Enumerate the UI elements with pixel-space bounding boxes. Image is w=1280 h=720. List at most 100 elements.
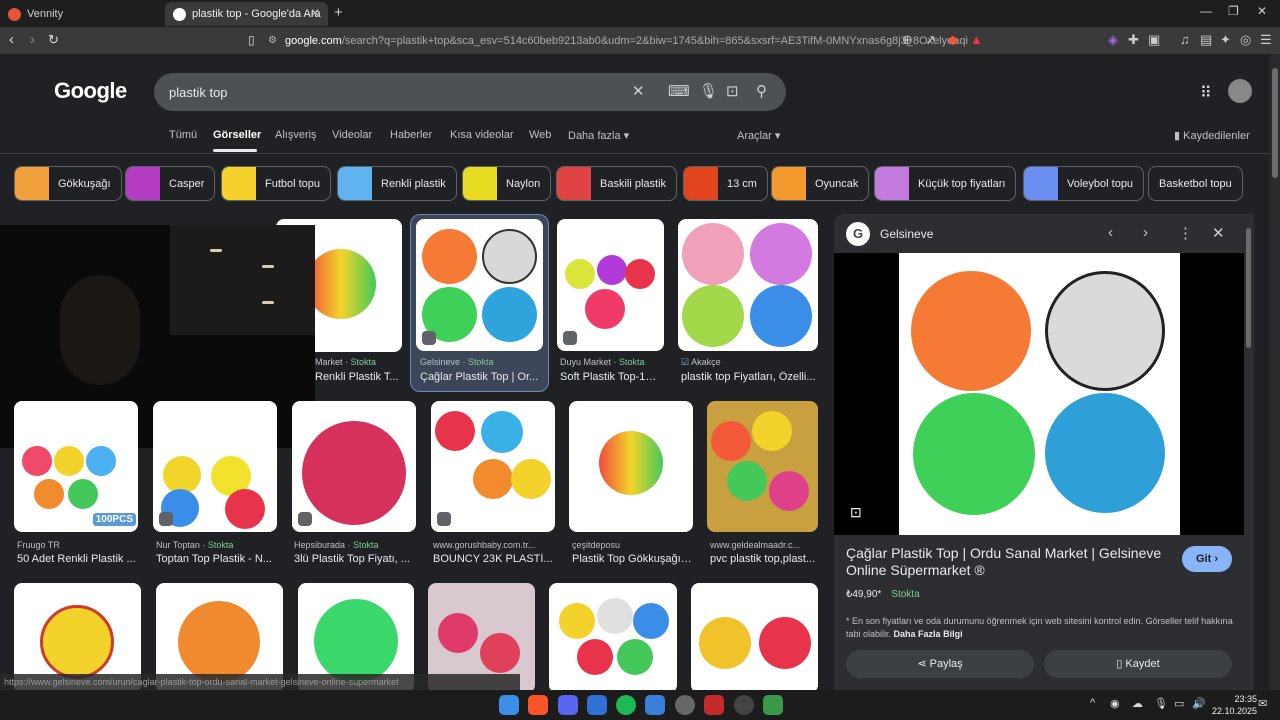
apps-grid-icon[interactable]: ⠿: [1200, 83, 1212, 103]
brave-rewards-icon[interactable]: ▲: [970, 32, 983, 47]
app-icon[interactable]: [763, 695, 783, 715]
result-title[interactable]: 3lü Plastik Top Fiyatı, ...: [294, 553, 414, 565]
settings-icon[interactable]: [675, 695, 695, 715]
wallet-icon[interactable]: ▤: [1200, 32, 1212, 48]
close-tab-icon[interactable]: ✕: [310, 6, 320, 20]
result-source[interactable]: www.geldealmaadr.c...: [710, 540, 800, 550]
maximize-icon[interactable]: ❐: [1228, 4, 1239, 18]
result-title[interactable]: 50 Adet Renkli Plastik ...: [17, 553, 137, 565]
zoom-icon[interactable]: ⊕: [902, 32, 913, 48]
brave-icon[interactable]: [528, 695, 548, 715]
tray-expand-icon[interactable]: ^: [1090, 697, 1095, 709]
sidebar-icon[interactable]: ▣: [1148, 32, 1160, 48]
result-image[interactable]: [557, 219, 664, 351]
close-window-icon[interactable]: ✕: [1257, 4, 1267, 18]
result-image[interactable]: [292, 401, 416, 532]
minimize-icon[interactable]: —: [1200, 4, 1212, 18]
result-source[interactable]: Duyu Market · Stokta: [560, 357, 645, 367]
tab-videos[interactable]: Videolar: [332, 129, 372, 141]
app-icon[interactable]: [704, 695, 724, 715]
result-title[interactable]: pvc plastik top,plast...: [710, 553, 818, 565]
extension-icon[interactable]: ◈: [1108, 32, 1118, 48]
search-input[interactable]: [169, 82, 609, 102]
tab-web[interactable]: Web: [529, 129, 551, 141]
more-info-link[interactable]: Daha Fazla Bilgi: [894, 629, 963, 639]
tab-short-videos[interactable]: Kısa videolar: [450, 129, 514, 141]
result-image[interactable]: [691, 583, 818, 692]
back-icon[interactable]: ‹: [9, 31, 14, 48]
result-source[interactable]: Fruugo TR: [17, 540, 60, 550]
app-icon[interactable]: [734, 695, 754, 715]
lens-icon[interactable]: ⊡: [726, 82, 739, 100]
scrollbar-thumb[interactable]: [1272, 68, 1278, 178]
result-image[interactable]: [153, 401, 277, 532]
leo-ai-icon[interactable]: ✦: [1220, 32, 1231, 48]
tab-shopping[interactable]: Alışveriş: [275, 129, 317, 141]
result-source[interactable]: www.gorushbaby.com.tr...: [433, 540, 535, 550]
result-source[interactable]: Market · Stokta: [315, 357, 376, 367]
previous-icon[interactable]: ‹: [1108, 224, 1113, 241]
result-title[interactable]: Plastik Top Gökkuşağı ...: [572, 553, 692, 565]
music-icon[interactable]: ♫: [1180, 32, 1190, 47]
result-source[interactable]: ☑ Akakçe: [681, 357, 721, 368]
volume-icon[interactable]: 🔊: [1192, 697, 1206, 710]
panel-title[interactable]: Çağlar Plastik Top | Ordu Sanal Market |…: [846, 545, 1166, 579]
google-logo[interactable]: Google: [54, 78, 127, 104]
share-icon[interactable]: ↗: [925, 32, 936, 48]
chip-renkli-plastik[interactable]: Renkli plastik: [337, 166, 457, 201]
chip-kucuk-top[interactable]: Küçük top fiyatları: [874, 166, 1017, 201]
chip-casper[interactable]: Casper: [125, 166, 216, 201]
keyboard-icon[interactable]: ⌨: [668, 82, 690, 100]
result-title[interactable]: Soft Plastik Top-10...: [560, 371, 660, 383]
tab-more[interactable]: Daha fazla ▾: [568, 129, 629, 142]
brave-shield-icon[interactable]: ◆: [948, 32, 958, 48]
tab-vennity[interactable]: Vennity: [0, 2, 165, 26]
share-button[interactable]: ⋖ Paylaş: [846, 650, 1034, 678]
search-icon[interactable]: ⚲: [756, 82, 767, 100]
forward-icon[interactable]: ›: [30, 31, 35, 48]
result-title[interactable]: Çağlar Plastik Top | Or...: [420, 371, 540, 383]
cloud-icon[interactable]: ☁: [1132, 697, 1143, 710]
app-icon[interactable]: [645, 695, 665, 715]
chip-13-cm[interactable]: 13 cm: [683, 166, 768, 201]
network-icon[interactable]: ▭: [1174, 697, 1184, 710]
reload-icon[interactable]: ↻: [48, 32, 59, 48]
system-clock[interactable]: 23:35 22.10.2025: [1212, 693, 1257, 717]
result-source[interactable]: Hepsiburada · Stokta: [294, 540, 379, 550]
spotify-icon[interactable]: [616, 695, 636, 715]
chip-baskili-plastik[interactable]: Baskili plastik: [556, 166, 678, 201]
app-icon[interactable]: [587, 695, 607, 715]
start-icon[interactable]: [499, 695, 519, 715]
result-image[interactable]: [431, 401, 555, 532]
puzzle-icon[interactable]: ✚: [1128, 32, 1139, 48]
lens-search-icon[interactable]: ⊡: [850, 504, 862, 521]
vpn-icon[interactable]: ◎: [1240, 32, 1251, 48]
address-bar[interactable]: ⚙ google.com /search?q=plastik+top&sca_e…: [268, 30, 968, 51]
notification-icon[interactable]: ✉: [1258, 697, 1267, 710]
result-image-selected[interactable]: [416, 219, 543, 351]
result-source[interactable]: Nur Toptan · Stokta: [156, 540, 233, 550]
chip-naylon[interactable]: Naylon: [462, 166, 552, 201]
tab-news[interactable]: Haberler: [390, 129, 432, 141]
page-scrollbar[interactable]: [1270, 54, 1280, 692]
panel-scrollbar[interactable]: [1246, 228, 1251, 348]
new-tab-icon[interactable]: +: [334, 4, 343, 21]
bookmark-icon[interactable]: ▯: [248, 33, 255, 47]
close-panel-icon[interactable]: ✕: [1212, 224, 1225, 242]
visit-button[interactable]: Git ›: [1182, 546, 1232, 572]
microphone-icon[interactable]: 🎙: [699, 82, 718, 100]
result-image[interactable]: [549, 583, 677, 692]
avatar[interactable]: [1228, 79, 1252, 103]
panel-preview-image[interactable]: ⊡: [834, 253, 1244, 535]
result-image[interactable]: [678, 219, 818, 351]
tools-button[interactable]: Araçlar ▾: [737, 129, 780, 142]
chip-voleybol-topu[interactable]: Voleybol topu: [1023, 166, 1145, 201]
result-title[interactable]: plastik top Fiyatları, Özelli...: [681, 371, 816, 383]
tab-images[interactable]: Görseller: [213, 129, 261, 141]
more-options-icon[interactable]: ⋮: [1178, 224, 1193, 242]
result-source[interactable]: Gelsineve · Stokta: [420, 357, 494, 367]
result-image[interactable]: [569, 401, 693, 532]
chip-basketbol-topu[interactable]: Basketbol topu: [1148, 166, 1243, 201]
tab-all[interactable]: Tümü: [169, 129, 197, 141]
result-image[interactable]: [707, 401, 818, 532]
